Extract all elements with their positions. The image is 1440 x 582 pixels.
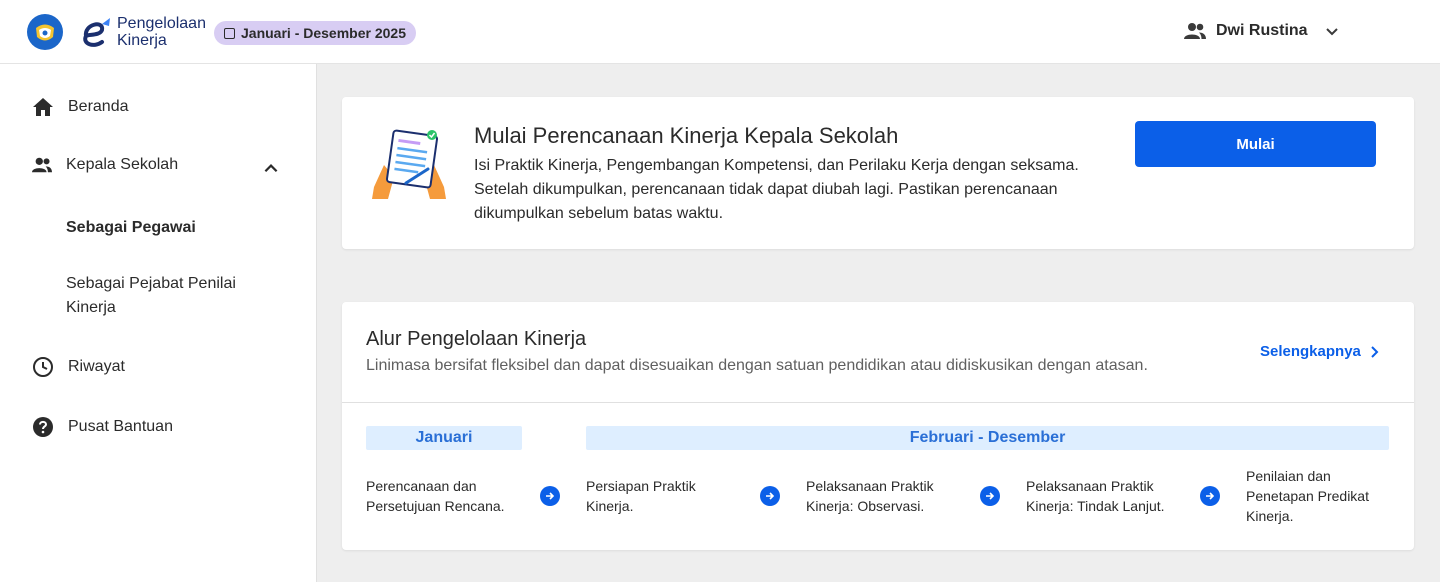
sidebar-item-beranda[interactable]: Beranda [32,96,129,118]
brand-line-2: Kinerja [117,32,167,49]
chevron-up-icon[interactable] [262,160,280,178]
sidebar-subitem-pejabat-penilai[interactable]: Sebagai Pejabat Penilai Kinerja [66,272,266,320]
e-kinerja-logo-icon[interactable] [78,14,114,50]
clock-icon [33,357,53,377]
sidebar-item-label: Riwayat [68,358,125,375]
people-icon [1184,23,1206,39]
arrow-right-icon [1200,486,1220,506]
start-planning-card: Mulai Perencanaan Kinerja Kepala Sekolah… [342,97,1414,249]
planning-illustration-icon [372,129,446,199]
sidebar-item-riwayat[interactable]: Riwayat [32,356,125,378]
calendar-square-icon [224,27,235,39]
phase-label-feb-dec: Februari - Desember [586,426,1389,450]
flow-card-title: Alur Pengelolaan Kinerja [366,328,587,350]
home-icon [33,98,53,116]
chevron-down-icon [1325,28,1338,36]
sidebar-subitem-sebagai-pegawai[interactable]: Sebagai Pegawai [66,216,266,240]
help-icon [33,417,53,437]
flow-card-subtitle: Linimasa bersifat fleksibel dan dapat di… [366,357,1148,374]
user-menu[interactable]: Dwi Rustina [1184,17,1340,45]
flow-step: Persiapan Praktik Kinerja. [586,478,696,514]
arrow-right-icon [540,486,560,506]
flow-step: Perencanaan dan Persetujuan Rencana. [366,478,505,514]
sidebar-item-label: Kepala Sekolah [66,156,179,173]
top-header: Pengelolaan Kinerja Januari - Desember 2… [0,0,1440,64]
divider [342,402,1414,403]
flow-step: Pelaksanaan Praktik Kinerja: Observasi. [806,478,934,514]
phase-label-january: Januari [366,426,522,450]
sidebar-item-kepala-sekolah[interactable]: Kepala Sekolah [32,156,178,174]
start-card-description: Isi Praktik Kinerja, Pengembangan Kompet… [474,157,1079,222]
user-name: Dwi Rustina [1216,22,1308,39]
start-card-title: Mulai Perencanaan Kinerja Kepala Sekolah [474,123,899,148]
kemendikbud-logo-icon[interactable] [26,13,64,51]
period-badge[interactable]: Januari - Desember 2025 [214,21,416,45]
more-link-label: Selengkapnya [1260,343,1361,360]
chevron-right-icon [1371,345,1379,358]
sidebar-item-label: Beranda [68,98,129,115]
sidebar-item-pusat-bantuan[interactable]: Pusat Bantuan [32,416,173,438]
arrow-right-icon [760,486,780,506]
period-label: Januari - Desember 2025 [241,25,406,41]
performance-flow-card: Alur Pengelolaan Kinerja Linimasa bersif… [342,302,1414,550]
sidebar: Beranda Kepala Sekolah Sebagai Pegawai S… [0,64,317,582]
brand-name: Pengelolaan Kinerja [117,15,206,49]
flow-step: Pelaksanaan Praktik Kinerja: Tindak Lanj… [1026,478,1165,514]
start-button[interactable]: Mulai [1135,121,1376,167]
brand-line-1: Pengelolaan [117,15,206,32]
arrow-right-icon [980,486,1000,506]
more-link[interactable]: Selengkapnya [1260,343,1381,360]
people-icon [32,157,52,173]
flow-step: Penilaian dan Penetapan Predikat Kinerja… [1246,468,1369,524]
sidebar-item-label: Pusat Bantuan [68,418,173,435]
